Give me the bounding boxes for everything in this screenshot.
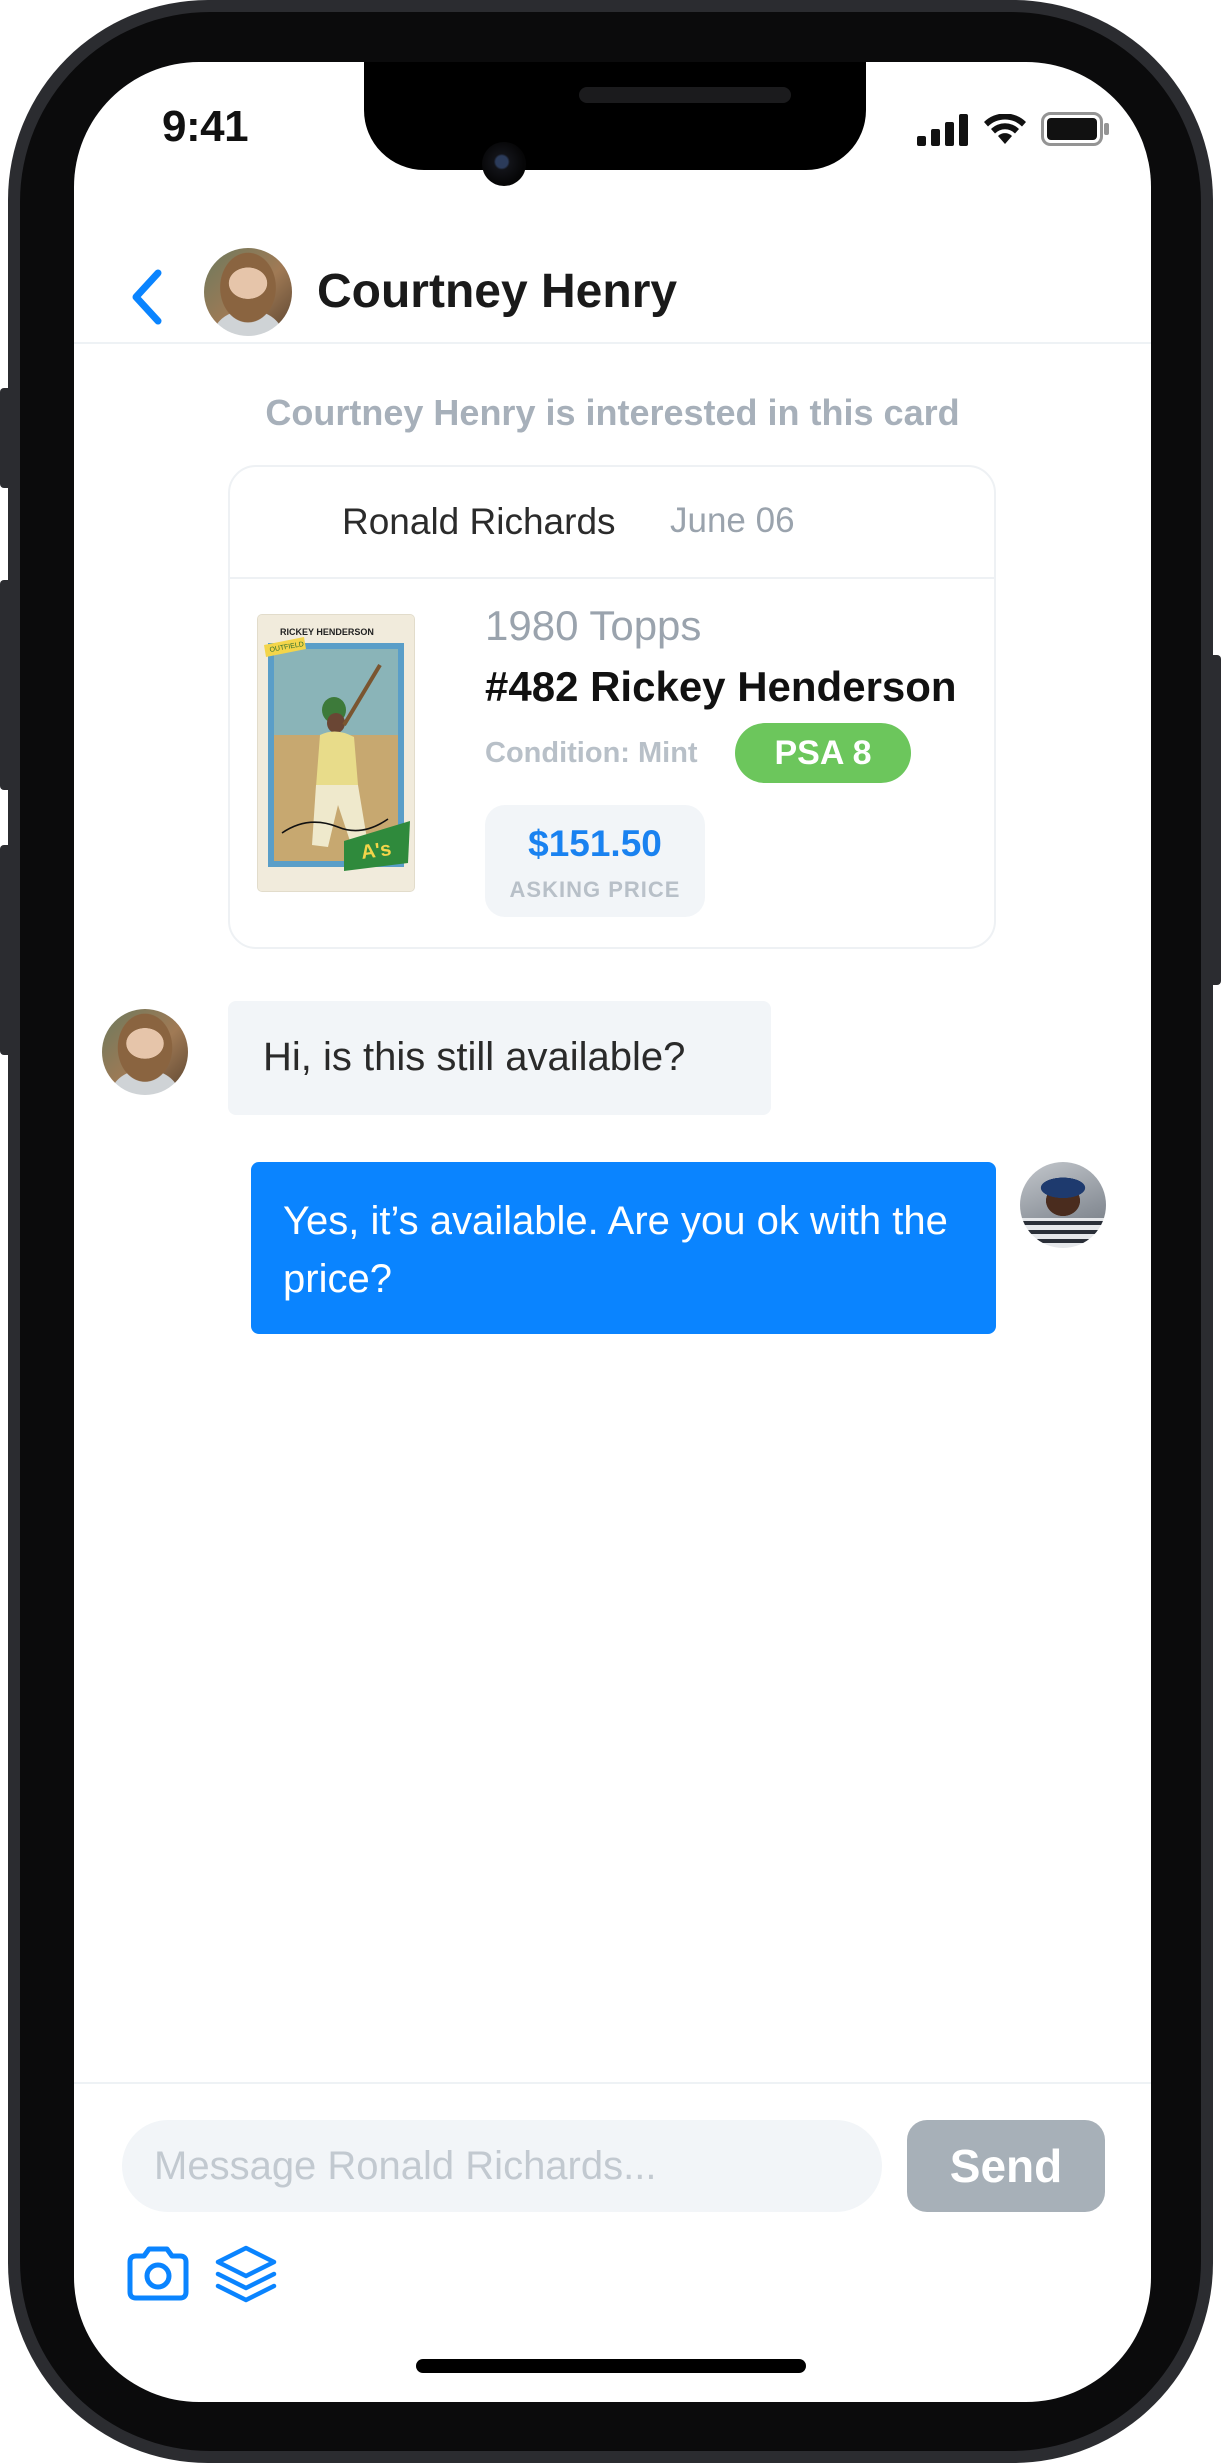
status-time: 9:41 bbox=[162, 102, 249, 151]
chat-header: Courtney Henry bbox=[74, 222, 1151, 344]
incoming-message-bubble[interactable]: Hi, is this still available? bbox=[228, 1001, 771, 1115]
outgoing-sender-avatar[interactable] bbox=[1020, 1162, 1106, 1248]
outgoing-message-text: Yes, it’s available. Are you ok with the… bbox=[283, 1199, 948, 1301]
contact-name: Courtney Henry bbox=[317, 265, 678, 318]
card-condition: Condition: Mint bbox=[485, 737, 698, 769]
seller-name: Ronald Richards bbox=[342, 501, 616, 542]
message-input[interactable] bbox=[122, 2120, 882, 2212]
interest-notice: Courtney Henry is interested in this car… bbox=[265, 392, 960, 433]
asking-price-label: ASKING PRICE bbox=[509, 877, 681, 902]
listing-date: June 06 bbox=[670, 501, 795, 540]
device-mockup: 9:41 Courtney Henry Courtney Henry is in… bbox=[0, 0, 1221, 2463]
home-indicator[interactable] bbox=[416, 2359, 806, 2373]
camera-icon[interactable] bbox=[124, 2244, 192, 2304]
send-button[interactable]: Send bbox=[907, 2120, 1105, 2212]
listing-card[interactable]: Ronald Richards June 06 RICKEY HENDERSON… bbox=[228, 465, 996, 949]
wifi-icon bbox=[984, 114, 1026, 144]
svg-text:A's: A's bbox=[360, 838, 393, 864]
svg-text:RICKEY HENDERSON: RICKEY HENDERSON bbox=[280, 627, 374, 637]
incoming-message-text: Hi, is this still available? bbox=[263, 1035, 686, 1079]
screen: 9:41 Courtney Henry Courtney Henry is in… bbox=[74, 62, 1151, 2402]
composer-divider bbox=[74, 2082, 1151, 2084]
asking-price-box: $151.50 ASKING PRICE bbox=[485, 805, 705, 917]
battery-icon bbox=[1041, 112, 1109, 146]
status-icons bbox=[917, 112, 1111, 146]
baseball-card-image[interactable]: RICKEY HENDERSON OUTFIELD A's bbox=[258, 615, 414, 891]
back-chevron-icon[interactable] bbox=[124, 267, 174, 327]
cellular-signal-icon bbox=[917, 114, 968, 146]
notch bbox=[364, 62, 866, 170]
outgoing-message-bubble[interactable]: Yes, it’s available. Are you ok with the… bbox=[251, 1162, 996, 1334]
front-camera bbox=[482, 142, 526, 186]
card-title: #482 Rickey Henderson bbox=[485, 663, 957, 710]
asking-price-value: $151.50 bbox=[528, 823, 662, 864]
earpiece-speaker bbox=[579, 87, 791, 103]
listing-card-header: Ronald Richards June 06 bbox=[230, 467, 994, 579]
incoming-sender-avatar[interactable] bbox=[102, 1009, 188, 1095]
grade-badge: PSA 8 bbox=[735, 723, 911, 783]
card-set: 1980 Topps bbox=[485, 602, 702, 649]
layers-icon[interactable] bbox=[212, 2244, 280, 2304]
contact-avatar[interactable] bbox=[204, 248, 292, 336]
